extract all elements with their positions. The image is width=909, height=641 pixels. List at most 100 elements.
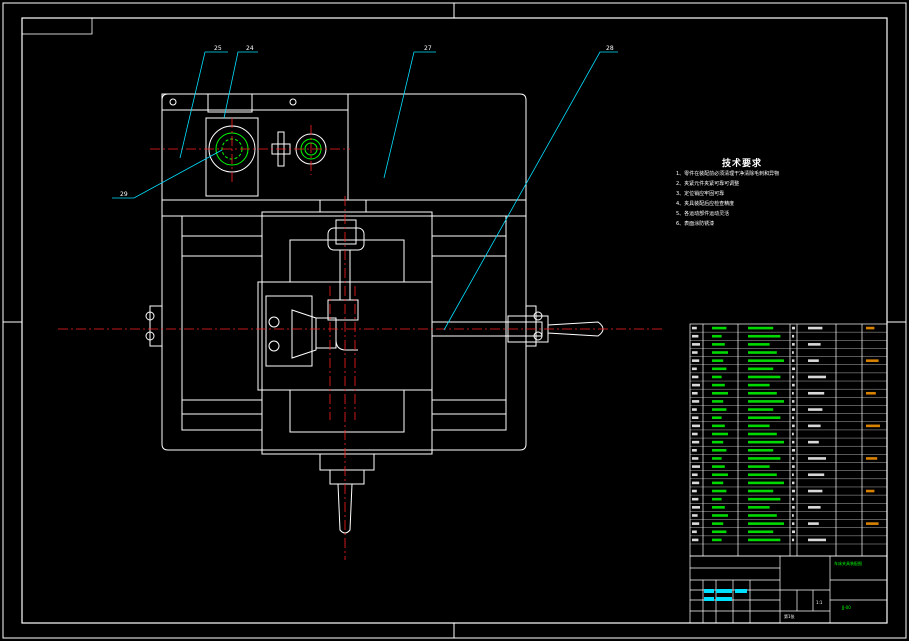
bom-cell-mark <box>792 457 795 460</box>
bom-cell-mark <box>792 432 794 436</box>
bom-cell-mark <box>792 424 795 428</box>
bom-cell-mark <box>748 334 781 338</box>
bom-cell-mark <box>748 400 784 403</box>
outer-frame <box>2 2 907 639</box>
bom-cell-mark <box>692 432 698 436</box>
bom-cell-mark <box>866 457 878 460</box>
bom-cell-mark <box>692 334 699 338</box>
bom-cell-mark <box>712 514 728 517</box>
tech-req-item: 4、夹具装配后应检查精度 <box>676 201 735 207</box>
bom-cell-mark <box>792 473 794 477</box>
bom-cell-mark <box>692 473 698 477</box>
bom-cell-mark <box>748 538 781 542</box>
bom-cell-mark <box>712 334 722 338</box>
bom-cell-mark <box>808 538 826 542</box>
bom-cell-mark <box>748 432 777 436</box>
bom-cell-mark <box>748 375 781 379</box>
bom-cell-mark <box>692 522 700 525</box>
bom-cell-mark <box>712 538 722 542</box>
bom-cell-mark <box>748 465 770 468</box>
bom-cell-mark <box>712 522 724 525</box>
bom-cell-mark <box>712 497 722 501</box>
bom-cell-mark <box>792 497 795 501</box>
bom-cell-mark <box>866 424 880 428</box>
bom-cell-mark <box>808 457 826 460</box>
bom-cell-mark <box>692 367 697 371</box>
bom-cell-mark <box>808 375 826 379</box>
bom-cell-mark <box>712 440 724 444</box>
bom-cell-mark <box>748 343 770 346</box>
bom-cell-mark <box>866 391 876 395</box>
tech-req-item: 6、表面涂防锈漆 <box>676 221 715 227</box>
callout-28: 28 <box>606 45 614 52</box>
tech-req-title: 技术要求 <box>722 159 763 169</box>
bom-cell-mark <box>748 514 777 517</box>
bom-cell-mark <box>792 343 795 346</box>
bom-cell-mark <box>692 457 699 460</box>
bom-cell-mark <box>712 343 725 346</box>
bom-cell-mark <box>866 522 879 525</box>
bom-cell-mark <box>712 367 727 371</box>
bom-cell-mark <box>792 367 795 371</box>
bom-cell-mark <box>866 489 875 493</box>
callout-24: 24 <box>246 45 254 52</box>
bom-cell-mark <box>748 497 781 501</box>
bom-cell-mark <box>712 359 724 362</box>
bom-cell-mark <box>792 481 795 485</box>
bom-cell-mark <box>808 489 823 493</box>
bom-cell-mark <box>748 448 774 452</box>
bom-cell-mark <box>792 530 795 534</box>
bom-cell-mark <box>748 473 777 477</box>
bom-cell-mark <box>692 448 697 452</box>
tech-req-item: 2、夹紧元件夹紧可靠可调整 <box>676 181 740 187</box>
bom-cell-mark <box>692 343 700 346</box>
bom-cell-mark <box>808 506 821 509</box>
bom-cell-mark <box>692 408 697 411</box>
bom-cell-mark <box>792 489 795 493</box>
bom-cell-mark <box>808 424 821 428</box>
bom-cell-mark <box>808 326 823 330</box>
bom-cell-mark <box>792 351 794 354</box>
tech-req-item: 1、零件在装配前必须清理干净清除毛刺和异物 <box>676 171 780 177</box>
bom-rows <box>690 331 887 545</box>
bom-cell-mark <box>692 465 700 468</box>
bom-cell-mark <box>792 465 795 468</box>
bom-cell-mark <box>712 481 724 485</box>
bom-cell-mark <box>866 359 879 362</box>
bom-cell-mark <box>792 440 795 444</box>
bom-cell-mark <box>712 416 722 420</box>
callout-27: 27 <box>424 45 432 52</box>
bom-cell-mark <box>692 359 700 362</box>
bom-cell-mark <box>792 326 795 330</box>
bom-cell-mark <box>792 448 795 452</box>
bom-cell-mark <box>792 514 794 517</box>
drawing-canvas <box>2 2 907 639</box>
bom-cell-mark <box>692 497 699 501</box>
bom-cell-mark <box>692 424 700 428</box>
bom-cell-mark <box>808 440 819 444</box>
bom-cell-mark <box>748 424 770 428</box>
bom-cell-mark <box>712 448 727 452</box>
scale-value: 1:1 <box>816 600 823 605</box>
bom-cell-mark <box>748 326 774 330</box>
bom-cell-mark <box>692 391 698 395</box>
bom-cell-mark <box>792 522 795 525</box>
bom-cell-mark <box>692 514 698 517</box>
bom-cell-mark <box>692 530 697 534</box>
bom-cell-mark <box>808 391 825 395</box>
bom-cell-mark <box>712 351 728 354</box>
bom-cell-mark <box>712 489 727 493</box>
bom-cell-mark <box>712 375 722 379</box>
callout-29: 29 <box>120 191 128 198</box>
tech-req-item: 3、定位销应牢固可靠 <box>676 191 725 197</box>
bom-cell-mark <box>712 457 722 460</box>
bom-cell-mark <box>748 391 777 395</box>
bom-table <box>689 323 888 557</box>
drawing-number: JJ-00 <box>842 605 851 610</box>
bom-cell-mark <box>692 440 700 444</box>
bom-cell-mark <box>748 408 774 411</box>
bom-cell-mark <box>692 383 700 387</box>
bom-cell-mark <box>712 530 727 534</box>
bom-cell-mark <box>808 408 823 411</box>
bom-cell-mark <box>712 506 725 509</box>
